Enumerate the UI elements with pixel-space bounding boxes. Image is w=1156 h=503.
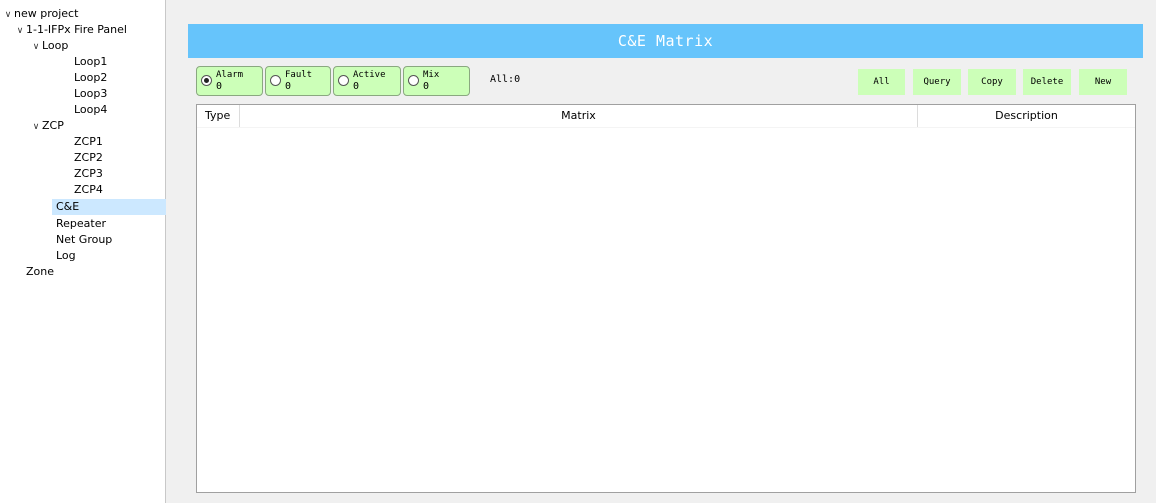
filter-label: Fault: [285, 70, 313, 80]
chevron-down-icon[interactable]: ∨: [2, 7, 14, 23]
tree-node-label: ZCP3: [74, 167, 103, 180]
tree-node-label: Log: [56, 249, 76, 262]
tree-node-root[interactable]: ∨ new project: [2, 6, 79, 23]
tree-node-ce[interactable]: C&E: [52, 199, 166, 215]
header-divider: [197, 127, 1135, 128]
filter-label: Mix: [423, 70, 440, 80]
tree-node-net-group[interactable]: Net Group: [56, 232, 112, 248]
column-header-type[interactable]: Type: [197, 105, 240, 127]
tree-node-zcp3[interactable]: ZCP3: [74, 166, 103, 182]
project-tree[interactable]: ∨ new project ∨ 1-1-IFPx Fire Panel ∨ Loop …: [0, 0, 166, 503]
main-panel: C&E Matrix Alarm 0 Fault 0 Active 0 Mix …: [167, 0, 1156, 503]
tree-node-label: Net Group: [56, 233, 113, 246]
tree-node-loop4[interactable]: Loop4: [74, 102, 107, 118]
tree-node-zcp[interactable]: ∨ ZCP: [30, 118, 64, 134]
chevron-down-icon[interactable]: ∨: [30, 39, 42, 55]
filter-fault[interactable]: Fault 0: [265, 66, 331, 96]
chevron-down-icon[interactable]: ∨: [14, 23, 26, 39]
tree-node-label: 1-1-IFPx Fire Panel: [26, 23, 127, 36]
tree-node-label: Repeater: [56, 217, 107, 230]
column-header-description[interactable]: Description: [918, 105, 1135, 127]
total-count: All:0: [490, 74, 521, 85]
tree-node-loop3[interactable]: Loop3: [74, 86, 107, 102]
delete-button[interactable]: Delete: [1023, 69, 1071, 95]
filter-count: 0: [353, 81, 360, 92]
tree-node-label: Loop4: [74, 103, 108, 116]
tree-node-label: C&E: [56, 200, 80, 213]
new-button[interactable]: New: [1079, 69, 1127, 95]
tree-node-label: Loop2: [74, 71, 108, 84]
tree-node-label: Loop3: [74, 87, 108, 100]
all-button[interactable]: All: [858, 69, 905, 95]
chevron-down-icon[interactable]: ∨: [30, 119, 42, 135]
tree-node-label: Loop: [42, 39, 69, 52]
column-header-matrix[interactable]: Matrix: [240, 105, 918, 127]
tree-node-zcp1[interactable]: ZCP1: [74, 134, 103, 150]
filter-mix[interactable]: Mix 0: [403, 66, 470, 96]
tree-node-label: ZCP: [42, 119, 64, 132]
tree-node-loop1[interactable]: Loop1: [74, 54, 107, 70]
tree-node-label: new project: [14, 7, 79, 20]
tree-node-zcp2[interactable]: ZCP2: [74, 150, 103, 166]
filter-count: 0: [216, 81, 223, 92]
radio-icon[interactable]: [408, 75, 419, 86]
tree-node-loop2[interactable]: Loop2: [74, 70, 107, 86]
tree-node-label: Loop1: [74, 55, 108, 68]
tree-node-label: ZCP2: [74, 151, 103, 164]
page-title: C&E Matrix: [188, 24, 1143, 58]
tree-node-log[interactable]: Log: [56, 248, 76, 264]
matrix-table[interactable]: Type Matrix Description: [196, 104, 1136, 493]
tree-node-label: ZCP4: [74, 183, 103, 196]
filter-label: Active: [353, 70, 386, 80]
filter-count: 0: [285, 81, 292, 92]
radio-icon[interactable]: [270, 75, 281, 86]
radio-icon[interactable]: [338, 75, 349, 86]
tree-node-zone[interactable]: Zone: [26, 264, 54, 280]
radio-icon[interactable]: [201, 75, 212, 86]
filter-alarm[interactable]: Alarm 0: [196, 66, 263, 96]
tree-node-label: ZCP1: [74, 135, 103, 148]
query-button[interactable]: Query: [913, 69, 961, 95]
filter-active[interactable]: Active 0: [333, 66, 401, 96]
tree-node-repeater[interactable]: Repeater: [56, 216, 106, 232]
tree-node-panel[interactable]: ∨ 1-1-IFPx Fire Panel: [14, 22, 127, 38]
copy-button[interactable]: Copy: [968, 69, 1016, 95]
tree-node-zcp4[interactable]: ZCP4: [74, 182, 103, 198]
tree-node-label: Zone: [26, 265, 55, 278]
filter-count: 0: [423, 81, 430, 92]
tree-node-loop[interactable]: ∨ Loop: [30, 38, 69, 55]
filter-label: Alarm: [216, 70, 244, 80]
